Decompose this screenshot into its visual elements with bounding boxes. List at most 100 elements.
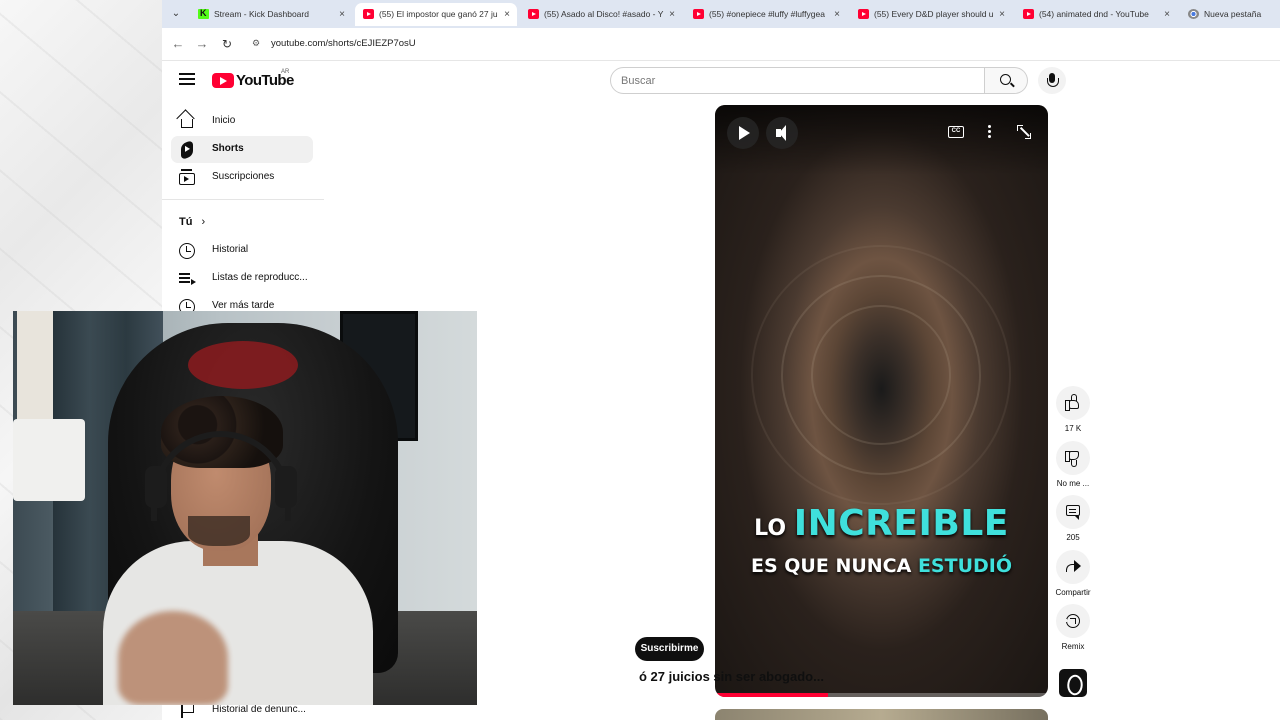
sidebar-item-history[interactable]: Historial: [171, 237, 313, 264]
like-button[interactable]: [1056, 386, 1090, 420]
sidebar-item-label: Shorts: [212, 143, 244, 154]
youtube-icon: [858, 9, 869, 19]
progress-fill: [715, 693, 829, 697]
comments-button[interactable]: [1056, 495, 1090, 529]
subscribe-button[interactable]: Suscribirme: [635, 637, 704, 661]
video-caption-line2: ES QUE NUNCA ESTUDIÓ: [715, 555, 1048, 577]
search-input[interactable]: [621, 72, 971, 90]
search-icon: [1000, 74, 1011, 85]
sidebar-item-label: Listas de reproducc...: [212, 272, 308, 283]
fullscreen-icon[interactable]: [1017, 125, 1031, 139]
cam-headset-cup: [275, 466, 297, 508]
kick-icon: [198, 3, 209, 25]
tab-label: (55) #onepiece #luffy #luffygea: [709, 9, 825, 19]
country-code: AR: [281, 69, 290, 75]
tab-close-icon[interactable]: ×: [501, 3, 513, 26]
sidebar-item-label: Historial: [212, 244, 249, 255]
video-caption-line1: LO INCREIBLE: [715, 503, 1048, 544]
comment-count: 205: [1066, 533, 1080, 542]
sidebar-item-label: Historial de denunc...: [212, 704, 306, 715]
tab-close-icon[interactable]: ×: [666, 3, 678, 26]
sound-avatar[interactable]: [1059, 669, 1087, 697]
tab-close-icon[interactable]: ×: [1161, 3, 1173, 26]
youtube-icon: [528, 9, 539, 19]
sidebar-item-label: Suscripciones: [212, 171, 275, 182]
dislike-label: No me ...: [1056, 479, 1090, 488]
cam-shelf: [17, 311, 57, 421]
video-frame-detail: [751, 245, 1011, 505]
thumbs-down-icon: [1065, 451, 1079, 467]
cam-air-conditioner: [13, 419, 85, 501]
tab-animated-dnd[interactable]: (54) animated dnd - YouTube ×: [1015, 3, 1177, 26]
controls-gradient: [715, 105, 1048, 175]
tab-label: (55) Every D&D player should u: [874, 9, 994, 19]
tab-onepiece-short[interactable]: (55) #onepiece #luffy #luffygea ×: [685, 3, 847, 26]
search-button[interactable]: [985, 67, 1028, 94]
site-settings-icon[interactable]: ⚙: [252, 38, 264, 50]
closed-captions-icon[interactable]: CC: [948, 126, 964, 138]
youtube-icon: [363, 9, 374, 19]
remix-button[interactable]: [1056, 604, 1090, 638]
tab-label: Nueva pestaña: [1204, 9, 1262, 19]
sidebar-item-label: Ver más tarde: [212, 300, 275, 311]
guide-menu-icon[interactable]: [179, 73, 195, 87]
cam-headset-cup: [145, 466, 167, 508]
remix-icon: [1063, 614, 1080, 628]
youtube-logo[interactable]: YouTube AR: [212, 69, 294, 90]
address-bar: ← → ↻ ⚙ youtube.com/shorts/cEJIEZP7osU: [162, 28, 1280, 61]
share-icon: [1066, 560, 1081, 574]
sidebar-item-shorts[interactable]: Shorts: [171, 136, 313, 163]
voice-search-mic-icon[interactable]: [1038, 67, 1066, 94]
sidebar-item-label: Inicio: [212, 115, 236, 126]
youtube-icon: [1023, 9, 1034, 19]
tab-new-tab[interactable]: Nueva pestaña: [1180, 3, 1280, 26]
remix-label: Remix: [1061, 642, 1085, 651]
back-arrow-icon[interactable]: ←: [170, 36, 186, 52]
tab-close-icon[interactable]: ×: [996, 3, 1008, 26]
youtube-play-icon: [212, 73, 234, 88]
flag-icon: [179, 703, 195, 719]
thumbs-up-icon: [1065, 394, 1079, 411]
tab-search-chevron-icon[interactable]: ⌄: [166, 5, 186, 23]
tab-impostor-short[interactable]: (55) El impostor que ganó 27 ju ×: [355, 3, 517, 26]
history-icon: [179, 243, 195, 259]
short-title[interactable]: ó 27 juicios sin ser abogado...: [639, 669, 824, 684]
youtube-icon: [693, 9, 704, 19]
caption-text: ES QUE NUNCA: [751, 555, 918, 577]
tab-label: (55) Asado al Disco! #asado - Y: [544, 9, 664, 19]
reload-icon[interactable]: ↻: [219, 36, 235, 52]
share-label: Compartir: [1055, 588, 1091, 597]
sidebar-item-playlists[interactable]: Listas de reproducc...: [171, 265, 313, 292]
chrome-icon: [1188, 9, 1199, 19]
webcam-overlay: [13, 311, 477, 705]
sidebar-item-home[interactable]: Inicio: [171, 108, 313, 135]
tab-label: (54) animated dnd - YouTube: [1039, 9, 1149, 19]
tab-strip: ⌄ Stream - Kick Dashboard × (55) El impo…: [162, 0, 1280, 28]
cam-chair-logo: [188, 341, 298, 389]
play-button[interactable]: [727, 117, 759, 149]
url-text[interactable]: youtube.com/shorts/cEJIEZP7osU: [271, 38, 416, 49]
tab-close-icon[interactable]: ×: [336, 3, 348, 26]
forward-arrow-icon[interactable]: →: [194, 36, 210, 52]
sidebar-divider: [162, 199, 324, 200]
comment-icon: [1066, 505, 1080, 520]
more-options-icon[interactable]: [988, 125, 991, 139]
shorts-video-player[interactable]: CC LO INCREIBLE ES QUE NUNCA ESTUDIÓ: [715, 105, 1048, 697]
next-short-preview[interactable]: [715, 709, 1048, 720]
tab-kick-dashboard[interactable]: Stream - Kick Dashboard ×: [190, 3, 352, 26]
shorts-icon: [181, 140, 193, 160]
tab-asado-short[interactable]: (55) Asado al Disco! #asado - Y ×: [520, 3, 682, 26]
tab-label: Stream - Kick Dashboard: [214, 9, 309, 19]
sidebar-you-heading[interactable]: Tú ›: [179, 216, 205, 228]
video-progress-bar[interactable]: [715, 693, 1048, 697]
chevron-right-icon: ›: [201, 216, 206, 228]
caption-highlight: INCREIBLE: [793, 503, 1009, 544]
tab-dnd-player[interactable]: (55) Every D&D player should u ×: [850, 3, 1012, 26]
search-box: [610, 67, 985, 94]
volume-button[interactable]: [766, 117, 798, 149]
sidebar-item-subscriptions[interactable]: Suscripciones: [171, 164, 313, 191]
caption-text: LO: [754, 516, 794, 541]
dislike-button[interactable]: [1056, 441, 1090, 475]
share-button[interactable]: [1056, 550, 1090, 584]
tab-close-icon[interactable]: ×: [831, 3, 843, 26]
